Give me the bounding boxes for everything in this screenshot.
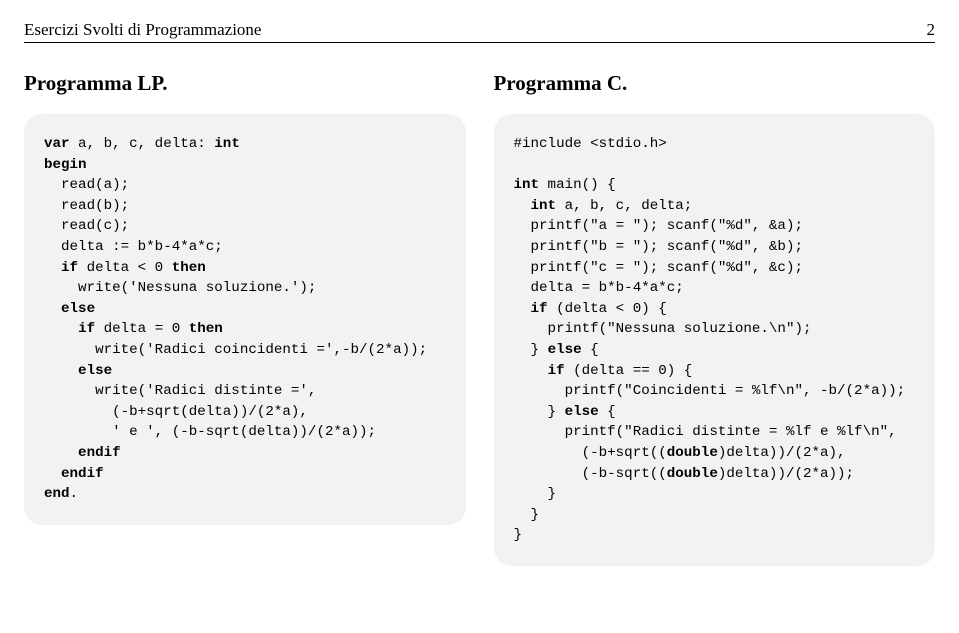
code-text: } bbox=[514, 342, 548, 358]
kw-if: if bbox=[61, 260, 78, 276]
code-text: { bbox=[599, 404, 616, 420]
kw-else: else bbox=[548, 342, 582, 358]
kw-end: end bbox=[44, 486, 70, 502]
right-code: #include <stdio.h> int main() { int a, b… bbox=[514, 134, 916, 546]
code-text: read(a); bbox=[44, 177, 129, 193]
kw-else: else bbox=[565, 404, 599, 420]
kw-int: int bbox=[214, 136, 240, 152]
code-text: printf("b = "); scanf("%d", &b); bbox=[514, 239, 803, 255]
kw-endif: endif bbox=[44, 445, 121, 461]
right-column: Programma C. #include <stdio.h> int main… bbox=[494, 71, 936, 566]
code-text: } bbox=[514, 527, 523, 543]
code-text: write('Nessuna soluzione.'); bbox=[44, 280, 316, 296]
left-code-box: var a, b, c, delta: int begin read(a); r… bbox=[24, 114, 466, 525]
code-text: printf("Nessuna soluzione.\n"); bbox=[514, 321, 812, 337]
code-text: printf("Radici distinte = %lf e %lf\n", bbox=[514, 424, 897, 440]
code-text: #include <stdio.h> bbox=[514, 136, 667, 152]
code-text: delta = 0 bbox=[95, 321, 189, 337]
code-text: (delta < 0) { bbox=[548, 301, 667, 317]
kw-if: if bbox=[78, 321, 95, 337]
kw-endif: endif bbox=[44, 466, 104, 482]
kw-else: else bbox=[44, 363, 112, 379]
left-code: var a, b, c, delta: int begin read(a); r… bbox=[44, 134, 446, 505]
code-text: (delta == 0) { bbox=[565, 363, 693, 379]
code-text: (-b+sqrt(( bbox=[514, 445, 667, 461]
code-text: read(b); bbox=[44, 198, 129, 214]
code-text: a, b, c, delta; bbox=[556, 198, 692, 214]
code-text: read(c); bbox=[44, 218, 129, 234]
code-text: a, b, c, delta: bbox=[70, 136, 215, 152]
code-text: write('Radici coincidenti =',-b/(2*a)); bbox=[44, 342, 427, 358]
code-text: delta := b*b-4*a*c; bbox=[44, 239, 223, 255]
header-line: Esercizi Svolti di Programmazione 2 bbox=[24, 20, 935, 43]
code-text: printf("Coincidenti = %lf\n", -b/(2*a)); bbox=[514, 383, 906, 399]
kw-if: if bbox=[531, 301, 548, 317]
code-text bbox=[44, 321, 78, 337]
kw-int: int bbox=[531, 198, 557, 214]
code-text bbox=[514, 198, 531, 214]
doc-title: Esercizi Svolti di Programmazione bbox=[24, 20, 261, 40]
code-text bbox=[514, 301, 531, 317]
code-text bbox=[514, 363, 548, 379]
code-text: delta = b*b-4*a*c; bbox=[514, 280, 684, 296]
right-heading: Programma C. bbox=[494, 71, 936, 96]
code-text: printf("a = "); scanf("%d", &a); bbox=[514, 218, 803, 234]
kw-begin: begin bbox=[44, 157, 87, 173]
left-heading: Programma LP. bbox=[24, 71, 466, 96]
kw-int: int bbox=[514, 177, 540, 193]
code-text bbox=[44, 260, 61, 276]
kw-double: double bbox=[667, 445, 718, 461]
code-text: )delta))/(2*a), bbox=[718, 445, 846, 461]
kw-else: else bbox=[44, 301, 95, 317]
code-text: main() { bbox=[539, 177, 616, 193]
code-text: (-b-sqrt(( bbox=[514, 466, 667, 482]
left-column: Programma LP. var a, b, c, delta: int be… bbox=[24, 71, 466, 566]
code-text: delta < 0 bbox=[78, 260, 172, 276]
page-number: 2 bbox=[927, 20, 936, 40]
kw-if: if bbox=[548, 363, 565, 379]
code-text: write('Radici distinte =', bbox=[44, 383, 316, 399]
code-text: } bbox=[514, 486, 557, 502]
right-code-box: #include <stdio.h> int main() { int a, b… bbox=[494, 114, 936, 566]
code-text: { bbox=[582, 342, 599, 358]
code-text: ' e ', (-b-sqrt(delta))/(2*a)); bbox=[44, 424, 376, 440]
columns: Programma LP. var a, b, c, delta: int be… bbox=[24, 71, 935, 566]
code-text: (-b+sqrt(delta))/(2*a), bbox=[44, 404, 308, 420]
code-text: )delta))/(2*a)); bbox=[718, 466, 854, 482]
code-text: } bbox=[514, 507, 540, 523]
code-text: } bbox=[514, 404, 565, 420]
code-text: printf("c = "); scanf("%d", &c); bbox=[514, 260, 803, 276]
kw-then: then bbox=[189, 321, 223, 337]
kw-then: then bbox=[172, 260, 206, 276]
kw-double: double bbox=[667, 466, 718, 482]
kw-var: var bbox=[44, 136, 70, 152]
